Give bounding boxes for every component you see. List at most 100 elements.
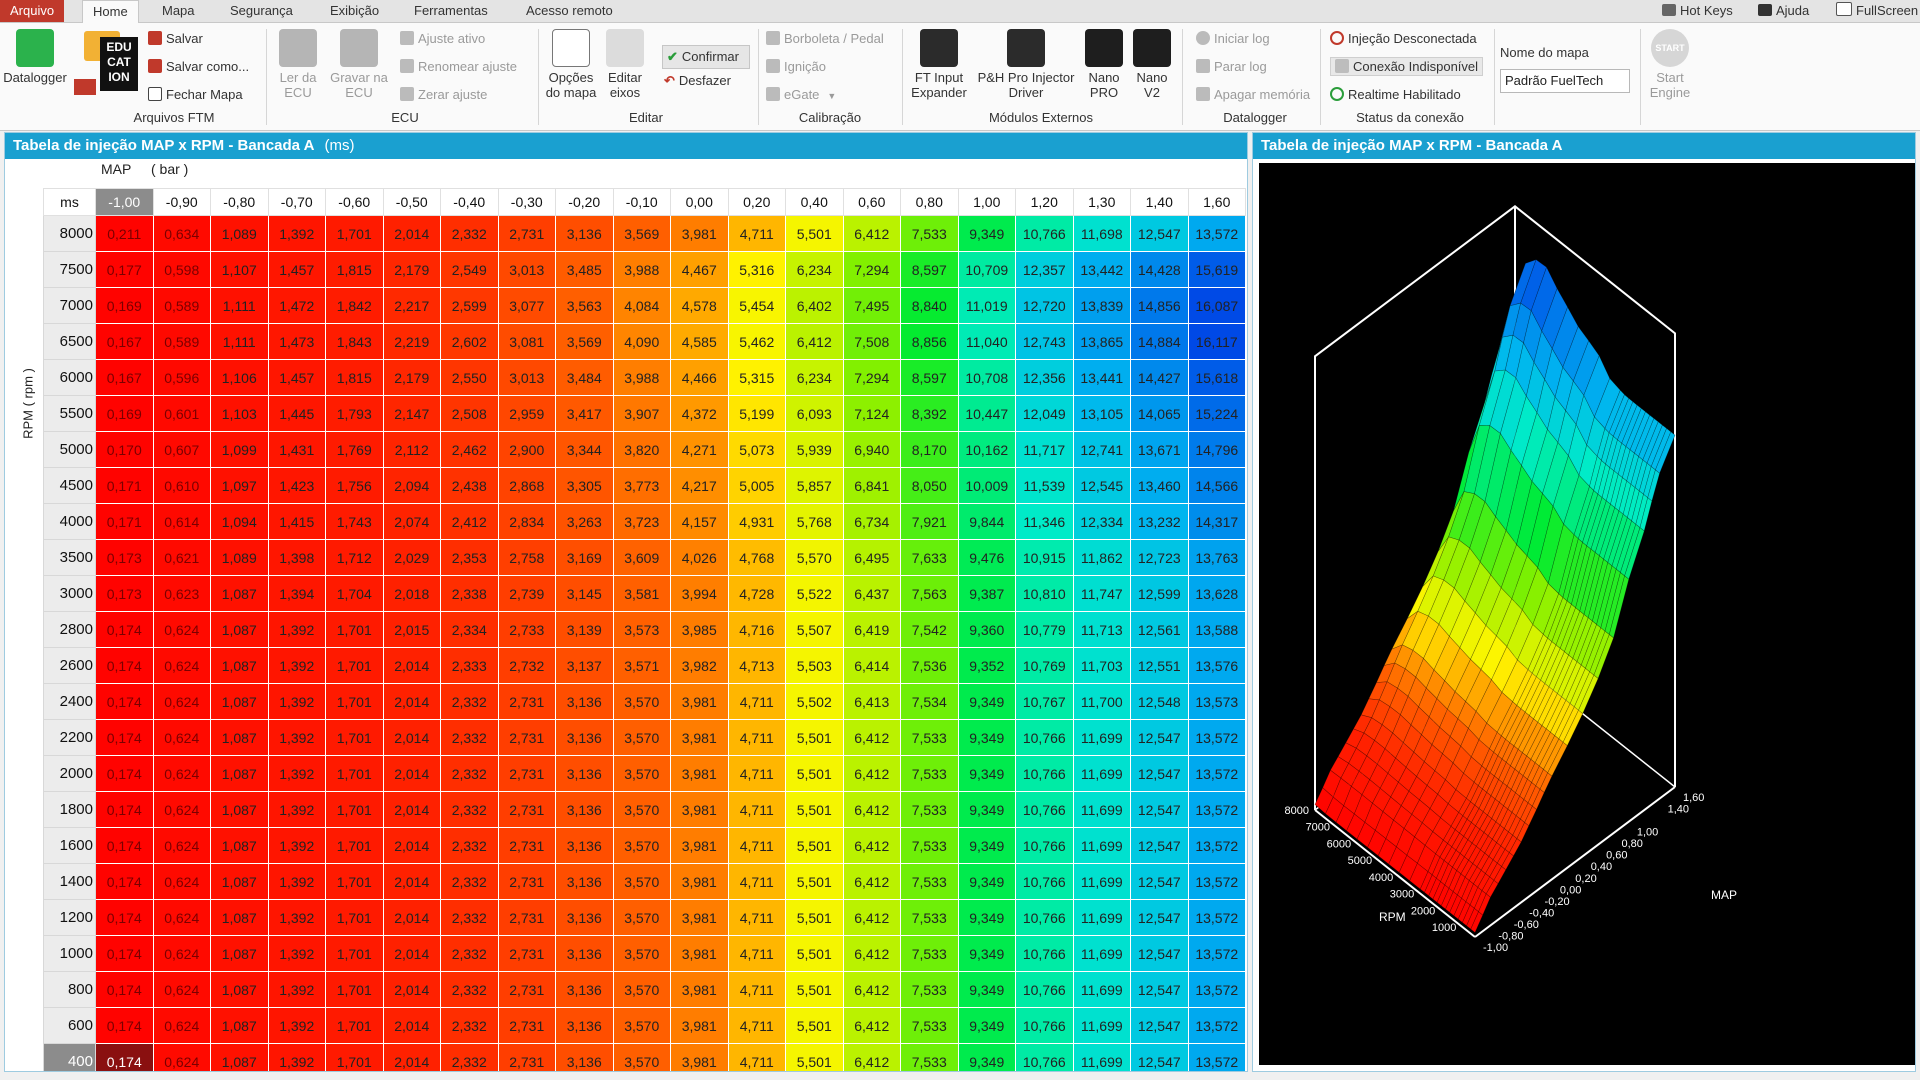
rpm-row-header[interactable]: 1800 bbox=[43, 791, 96, 828]
table-cell[interactable]: 0,171 bbox=[95, 503, 154, 540]
table-cell[interactable]: 0,174 bbox=[95, 971, 154, 1008]
table-cell[interactable]: 12,741 bbox=[1072, 431, 1131, 468]
table-cell[interactable]: 2,731 bbox=[497, 791, 556, 828]
map-column-header[interactable]: 0,80 bbox=[900, 188, 959, 216]
table-cell[interactable]: 12,356 bbox=[1015, 359, 1074, 396]
table-cell[interactable]: 0,614 bbox=[152, 503, 211, 540]
table-cell[interactable]: 4,711 bbox=[727, 719, 786, 756]
table-cell[interactable]: 0,173 bbox=[95, 539, 154, 576]
table-cell[interactable]: 7,533 bbox=[900, 755, 959, 792]
ajuste-ativo-button[interactable]: Ajuste ativo bbox=[400, 31, 485, 46]
table-cell[interactable]: 4,716 bbox=[727, 611, 786, 648]
table-cell[interactable]: 2,014 bbox=[382, 1007, 441, 1044]
table-cell[interactable]: 6,495 bbox=[842, 539, 901, 576]
table-cell[interactable]: 0,624 bbox=[152, 1043, 211, 1071]
table-cell[interactable]: 13,839 bbox=[1072, 287, 1131, 324]
table-cell[interactable]: 2,332 bbox=[440, 683, 499, 720]
table-cell[interactable]: 1,106 bbox=[210, 359, 269, 396]
table-cell[interactable]: 0,589 bbox=[152, 287, 211, 324]
table-cell[interactable]: 0,211 bbox=[95, 215, 154, 252]
table-cell[interactable]: 8,597 bbox=[900, 251, 959, 288]
table-cell[interactable]: 7,533 bbox=[900, 827, 959, 864]
table-cell[interactable]: 1,701 bbox=[325, 647, 384, 684]
table-cell[interactable]: 1,094 bbox=[210, 503, 269, 540]
table-cell[interactable]: 9,349 bbox=[957, 899, 1016, 936]
map-column-header[interactable]: 0,40 bbox=[785, 188, 844, 216]
table-cell[interactable]: 2,014 bbox=[382, 971, 441, 1008]
table-cell[interactable]: 5,501 bbox=[785, 899, 844, 936]
table-cell[interactable]: 13,572 bbox=[1187, 755, 1246, 792]
menu-arquivo[interactable]: Arquivo bbox=[0, 0, 65, 22]
table-cell[interactable]: 7,533 bbox=[900, 863, 959, 900]
table-cell[interactable]: 3,305 bbox=[555, 467, 614, 504]
table-cell[interactable]: 1,769 bbox=[325, 431, 384, 468]
table-cell[interactable]: 4,157 bbox=[670, 503, 729, 540]
table-cell[interactable]: 1,087 bbox=[210, 755, 269, 792]
table-cell[interactable]: 3,136 bbox=[555, 899, 614, 936]
table-cell[interactable]: 0,634 bbox=[152, 215, 211, 252]
table-cell[interactable]: 6,414 bbox=[842, 647, 901, 684]
table-cell[interactable]: 1,701 bbox=[325, 611, 384, 648]
table-cell[interactable]: 1,103 bbox=[210, 395, 269, 432]
table-cell[interactable]: 0,589 bbox=[152, 323, 211, 360]
table-cell[interactable]: 9,349 bbox=[957, 719, 1016, 756]
table-cell[interactable]: 14,796 bbox=[1187, 431, 1246, 468]
table-cell[interactable]: 4,711 bbox=[727, 755, 786, 792]
table-cell[interactable]: 7,534 bbox=[900, 683, 959, 720]
table-cell[interactable]: 2,338 bbox=[440, 575, 499, 612]
table-cell[interactable]: 2,353 bbox=[440, 539, 499, 576]
table-cell[interactable]: 7,533 bbox=[900, 791, 959, 828]
table-cell[interactable]: 16,087 bbox=[1187, 287, 1246, 324]
table-cell[interactable]: 2,731 bbox=[497, 215, 556, 252]
table-cell[interactable]: 11,019 bbox=[957, 287, 1016, 324]
map-column-header[interactable]: 1,20 bbox=[1015, 188, 1074, 216]
table-cell[interactable]: 1,392 bbox=[267, 719, 326, 756]
table-cell[interactable]: 4,466 bbox=[670, 359, 729, 396]
rpm-row-header[interactable]: 4000 bbox=[43, 503, 96, 540]
table-cell[interactable]: 2,015 bbox=[382, 611, 441, 648]
table-cell[interactable]: 7,533 bbox=[900, 935, 959, 972]
table-cell[interactable]: 3,344 bbox=[555, 431, 614, 468]
table-cell[interactable]: 5,501 bbox=[785, 827, 844, 864]
table-cell[interactable]: 4,711 bbox=[727, 1043, 786, 1071]
table-cell[interactable]: 2,018 bbox=[382, 575, 441, 612]
table-cell[interactable]: 4,711 bbox=[727, 1007, 786, 1044]
table-cell[interactable]: 1,392 bbox=[267, 899, 326, 936]
table-cell[interactable]: 6,412 bbox=[842, 971, 901, 1008]
nano-v2-button[interactable]: Nano V2 bbox=[1130, 29, 1174, 100]
table-cell[interactable]: 13,865 bbox=[1072, 323, 1131, 360]
map-column-header[interactable]: 1,40 bbox=[1130, 188, 1189, 216]
table-cell[interactable]: 6,412 bbox=[785, 323, 844, 360]
table-cell[interactable]: 0,624 bbox=[152, 683, 211, 720]
table-cell[interactable]: 12,547 bbox=[1130, 791, 1189, 828]
table-cell[interactable]: 0,624 bbox=[152, 611, 211, 648]
table-cell[interactable]: 1,756 bbox=[325, 467, 384, 504]
table-cell[interactable]: 11,040 bbox=[957, 323, 1016, 360]
table-cell[interactable]: 13,442 bbox=[1072, 251, 1131, 288]
table-cell[interactable]: 1,107 bbox=[210, 251, 269, 288]
table-cell[interactable]: 1,392 bbox=[267, 827, 326, 864]
table-cell[interactable]: 10,447 bbox=[957, 395, 1016, 432]
table-cell[interactable]: 12,599 bbox=[1130, 575, 1189, 612]
confirmar-button[interactable]: ✔ Confirmar bbox=[662, 45, 750, 69]
table-cell[interactable]: 3,169 bbox=[555, 539, 614, 576]
table-cell[interactable]: 1,843 bbox=[325, 323, 384, 360]
table-cell[interactable]: 2,332 bbox=[440, 971, 499, 1008]
table-cell[interactable]: 5,502 bbox=[785, 683, 844, 720]
table-cell[interactable]: 1,704 bbox=[325, 575, 384, 612]
table-cell[interactable]: 4,217 bbox=[670, 467, 729, 504]
map-column-header[interactable]: -0,50 bbox=[382, 188, 441, 216]
table-cell[interactable]: 3,570 bbox=[612, 1007, 671, 1044]
table-cell[interactable]: 4,372 bbox=[670, 395, 729, 432]
table-cell[interactable]: 2,739 bbox=[497, 575, 556, 612]
table-cell[interactable]: 5,857 bbox=[785, 467, 844, 504]
table-cell[interactable]: 13,572 bbox=[1187, 215, 1246, 252]
table-cell[interactable]: 12,547 bbox=[1130, 215, 1189, 252]
opcoes-do-mapa-button[interactable]: Opções do mapa bbox=[542, 29, 600, 100]
table-cell[interactable]: 12,547 bbox=[1130, 899, 1189, 936]
table-cell[interactable]: 9,349 bbox=[957, 827, 1016, 864]
table-cell[interactable]: 1,089 bbox=[210, 215, 269, 252]
table-cell[interactable]: 1,472 bbox=[267, 287, 326, 324]
table-cell[interactable]: 7,533 bbox=[900, 215, 959, 252]
table-cell[interactable]: 0,167 bbox=[95, 359, 154, 396]
